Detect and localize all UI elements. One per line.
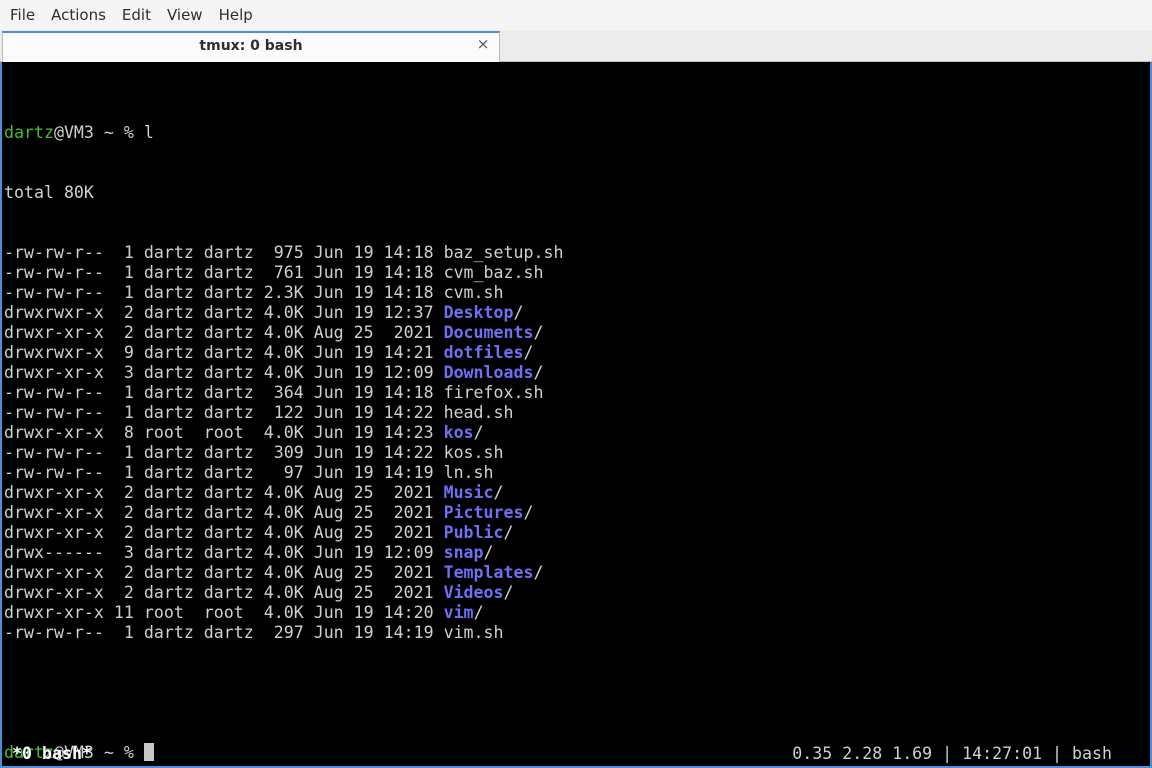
directory-name: Videos — [443, 583, 504, 602]
list-item: drwxr-xr-x 2 dartz dartz 4.0K Aug 25 202… — [4, 323, 563, 343]
list-item: -rw-rw-r-- 1 dartz dartz 2.3K Jun 19 14:… — [4, 283, 563, 303]
file-meta: -rw-rw-r-- 1 dartz dartz 2.3K Jun 19 14:… — [4, 283, 444, 302]
tab-title: tmux: 0 bash — [199, 38, 303, 54]
menu-actions[interactable]: Actions — [43, 0, 114, 30]
file-meta: drwx------ 3 dartz dartz 4.0K Jun 19 12:… — [4, 543, 444, 562]
list-item: -rw-rw-r-- 1 dartz dartz 122 Jun 19 14:2… — [4, 403, 563, 423]
file-meta: -rw-rw-r-- 1 dartz dartz 309 Jun 19 14:2… — [4, 443, 444, 462]
file-meta: -rw-rw-r-- 1 dartz dartz 97 Jun 19 14:19 — [4, 463, 444, 482]
directory-name: Templates — [443, 563, 534, 582]
list-item: drwxr-xr-x 2 dartz dartz 4.0K Aug 25 202… — [4, 563, 563, 583]
list-item: drwxrwxr-x 2 dartz dartz 4.0K Jun 19 12:… — [4, 303, 563, 323]
file-meta: -rw-rw-r-- 1 dartz dartz 364 Jun 19 14:1… — [4, 383, 444, 402]
directory-suffix: / — [533, 363, 544, 382]
file-name: cvm.sh — [443, 283, 504, 302]
file-meta: drwxrwxr-x 9 dartz dartz 4.0K Jun 19 14:… — [4, 343, 444, 362]
directory-name: Pictures — [443, 503, 524, 522]
prompt-command: l — [143, 123, 154, 142]
tmux-window-list[interactable]: *0 bash* — [12, 742, 92, 766]
list-item: -rw-rw-r-- 1 dartz dartz 364 Jun 19 14:1… — [4, 383, 563, 403]
file-meta: drwxr-xr-x 3 dartz dartz 4.0K Jun 19 12:… — [4, 363, 444, 382]
file-meta: drwxrwxr-x 2 dartz dartz 4.0K Jun 19 12:… — [4, 303, 444, 322]
file-name: cvm_baz.sh — [443, 263, 544, 282]
file-name: kos.sh — [443, 443, 504, 462]
file-name: vim.sh — [443, 623, 504, 642]
directory-name: dotfiles — [443, 343, 524, 362]
file-meta: drwxr-xr-x 11 root root 4.0K Jun 19 14:2… — [4, 603, 444, 622]
directory-name: kos — [443, 423, 474, 442]
file-meta: -rw-rw-r-- 1 dartz dartz 975 Jun 19 14:1… — [4, 243, 444, 262]
file-meta: drwxr-xr-x 2 dartz dartz 4.0K Aug 25 202… — [4, 563, 444, 582]
directory-suffix: / — [523, 343, 534, 362]
directory-name: Music — [443, 483, 494, 502]
tab-tmux[interactable]: tmux: 0 bash × — [2, 31, 500, 62]
directory-suffix: / — [523, 503, 534, 522]
file-name: head.sh — [443, 403, 514, 422]
list-item: -rw-rw-r-- 1 dartz dartz 97 Jun 19 14:19… — [4, 463, 563, 483]
directory-name: snap — [443, 543, 484, 562]
list-item: -rw-rw-r-- 1 dartz dartz 761 Jun 19 14:1… — [4, 263, 563, 283]
directory-suffix: / — [503, 523, 514, 542]
list-item: drwxrwxr-x 9 dartz dartz 4.0K Jun 19 14:… — [4, 343, 563, 363]
directory-name: Documents — [443, 323, 534, 342]
directory-suffix: / — [473, 423, 484, 442]
file-meta: drwxr-xr-x 2 dartz dartz 4.0K Aug 25 202… — [4, 503, 444, 522]
menu-help[interactable]: Help — [211, 0, 261, 30]
file-meta: drwxr-xr-x 2 dartz dartz 4.0K Aug 25 202… — [4, 583, 444, 602]
directory-suffix: / — [533, 323, 544, 342]
directory-suffix: / — [513, 303, 524, 322]
directory-suffix: / — [473, 603, 484, 622]
list-item: drwx------ 3 dartz dartz 4.0K Jun 19 12:… — [4, 543, 563, 563]
list-item: drwxr-xr-x 2 dartz dartz 4.0K Aug 25 202… — [4, 583, 563, 603]
file-meta: drwxr-xr-x 2 dartz dartz 4.0K Aug 25 202… — [4, 483, 444, 502]
list-item: drwxr-xr-x 2 dartz dartz 4.0K Aug 25 202… — [4, 483, 563, 503]
prompt-host-path: @VM3 ~ % — [53, 123, 144, 142]
list-item: -rw-rw-r-- 1 dartz dartz 297 Jun 19 14:1… — [4, 623, 563, 643]
file-meta: drwxr-xr-x 2 dartz dartz 4.0K Aug 25 202… — [4, 523, 444, 542]
file-meta: -rw-rw-r-- 1 dartz dartz 761 Jun 19 14:1… — [4, 263, 444, 282]
directory-suffix: / — [493, 483, 504, 502]
directory-name: Downloads — [443, 363, 534, 382]
directory-suffix: / — [503, 583, 514, 602]
prompt-user: dartz — [4, 123, 54, 142]
tmux-status-bar: *0 bash* 0.35 2.28 1.69 | 14:27:01 | bas… — [2, 742, 1150, 766]
file-meta: drwxr-xr-x 8 root root 4.0K Jun 19 14:23 — [4, 423, 444, 442]
file-name: baz_setup.sh — [443, 243, 564, 262]
list-item: drwxr-xr-x 3 dartz dartz 4.0K Jun 19 12:… — [4, 363, 563, 383]
file-name: ln.sh — [443, 463, 494, 482]
directory-name: Desktop — [443, 303, 514, 322]
terminal-output: dartz@VM3 ~ % l total 80K -rw-rw-r-- 1 d… — [4, 83, 563, 766]
list-item: -rw-rw-r-- 1 dartz dartz 975 Jun 19 14:1… — [4, 243, 563, 263]
file-meta: -rw-rw-r-- 1 dartz dartz 297 Jun 19 14:1… — [4, 623, 444, 642]
directory-name: Public — [443, 523, 504, 542]
file-meta: -rw-rw-r-- 1 dartz dartz 122 Jun 19 14:2… — [4, 403, 444, 422]
file-name: firefox.sh — [443, 383, 544, 402]
tab-bar: tmux: 0 bash × — [0, 30, 1152, 62]
file-meta: drwxr-xr-x 2 dartz dartz 4.0K Aug 25 202… — [4, 323, 444, 342]
directory-suffix: / — [483, 543, 494, 562]
menu-bar: File Actions Edit View Help — [0, 0, 1152, 30]
list-item: drwxr-xr-x 8 root root 4.0K Jun 19 14:23… — [4, 423, 563, 443]
tmux-status-right: 0.35 2.28 1.69 | 14:27:01 | bash — [792, 744, 1112, 763]
prompt-line: dartz@VM3 ~ % l — [4, 123, 563, 143]
list-item: drwxr-xr-x 11 root root 4.0K Jun 19 14:2… — [4, 603, 563, 623]
directory-name: vim — [443, 603, 474, 622]
close-icon[interactable]: × — [475, 36, 491, 52]
terminal[interactable]: dartz@VM3 ~ % l total 80K -rw-rw-r-- 1 d… — [0, 62, 1152, 768]
directory-suffix: / — [533, 563, 544, 582]
file-listing: -rw-rw-r-- 1 dartz dartz 975 Jun 19 14:1… — [4, 243, 563, 643]
list-item: -rw-rw-r-- 1 dartz dartz 309 Jun 19 14:2… — [4, 443, 563, 463]
list-item: drwxr-xr-x 2 dartz dartz 4.0K Aug 25 202… — [4, 523, 563, 543]
menu-file[interactable]: File — [2, 0, 43, 30]
list-item: drwxr-xr-x 2 dartz dartz 4.0K Aug 25 202… — [4, 503, 563, 523]
menu-edit[interactable]: Edit — [114, 0, 159, 30]
listing-total: total 80K — [4, 183, 94, 202]
menu-view[interactable]: View — [159, 0, 211, 30]
